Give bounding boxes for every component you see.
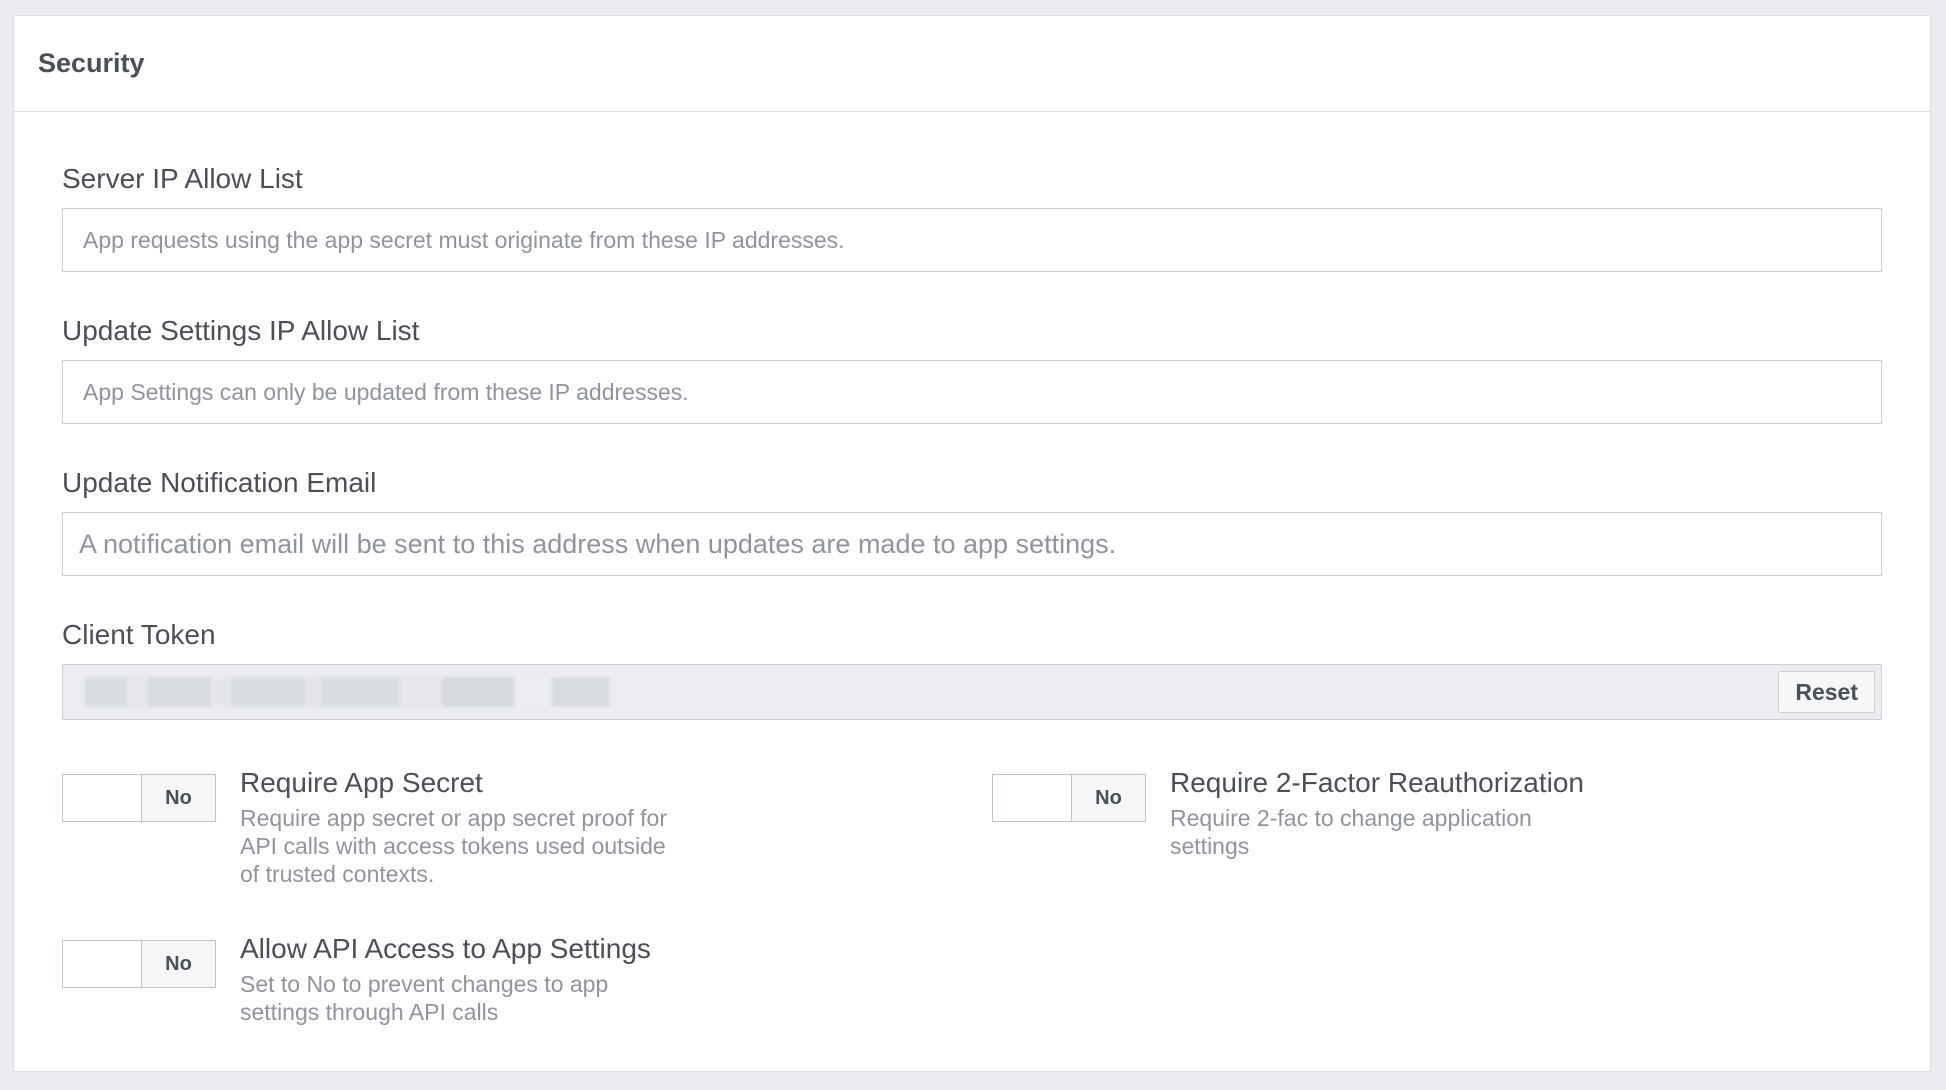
update-settings-ip-allow-list-label: Update Settings IP Allow List — [62, 315, 420, 346]
description-line: settings — [1170, 833, 1250, 859]
allow-api-access-setting: No Allow API Access to App Settings Set … — [62, 932, 651, 1026]
description-line: settings through API calls — [240, 999, 499, 1025]
update-notification-email-input[interactable] — [62, 512, 1882, 576]
client-token-field[interactable]: Reset — [62, 664, 1882, 720]
require-app-secret-toggle[interactable]: No — [62, 774, 216, 822]
require-app-secret-setting: No Require App Secret Require app secret… — [62, 766, 667, 888]
require-2fa-reauthorization-description: Require 2-fac to change application sett… — [1170, 804, 1584, 860]
description-line: Set to No to prevent changes to app — [240, 971, 609, 997]
toggle-knob — [63, 775, 142, 821]
description-line: API calls with access tokens used outsid… — [240, 833, 666, 859]
allow-api-access-title: Allow API Access to App Settings — [240, 933, 651, 964]
require-2fa-reauthorization-title: Require 2-Factor Reauthorization — [1170, 767, 1584, 798]
security-panel: Security Server IP Allow List Update Set… — [13, 15, 1931, 1072]
panel-header: Security — [14, 16, 1930, 112]
client-token-label: Client Token — [62, 619, 216, 650]
require-app-secret-text: Require App Secret Require app secret or… — [240, 766, 667, 888]
toggle-state-label: No — [1072, 775, 1145, 821]
reset-button[interactable]: Reset — [1778, 671, 1875, 713]
update-notification-email-label: Update Notification Email — [62, 467, 377, 498]
require-app-secret-title: Require App Secret — [240, 767, 483, 798]
allow-api-access-description: Set to No to prevent changes to app sett… — [240, 970, 651, 1026]
allow-api-access-text: Allow API Access to App Settings Set to … — [240, 932, 651, 1026]
toggle-state-label: No — [142, 941, 215, 987]
panel-title: Security — [38, 48, 145, 78]
require-2fa-reauthorization-setting: No Require 2-Factor Reauthorization Requ… — [992, 766, 1584, 860]
description-line: Require app secret or app secret proof f… — [240, 805, 668, 831]
description-line: of trusted contexts. — [240, 861, 435, 887]
description-line: Require 2-fac to change application — [1170, 805, 1532, 831]
require-app-secret-description: Require app secret or app secret proof f… — [240, 804, 667, 888]
require-2fa-reauthorization-text: Require 2-Factor Reauthorization Require… — [1170, 766, 1584, 860]
require-2fa-reauthorization-toggle[interactable]: No — [992, 774, 1146, 822]
server-ip-allow-list-input[interactable] — [62, 208, 1882, 272]
update-settings-ip-allow-list-input[interactable] — [62, 360, 1882, 424]
toggle-knob — [993, 775, 1072, 821]
toggle-state-label: No — [142, 775, 215, 821]
allow-api-access-toggle[interactable]: No — [62, 940, 216, 988]
server-ip-allow-list-label: Server IP Allow List — [62, 163, 303, 194]
client-token-value-redacted — [85, 677, 609, 707]
toggle-knob — [63, 941, 142, 987]
